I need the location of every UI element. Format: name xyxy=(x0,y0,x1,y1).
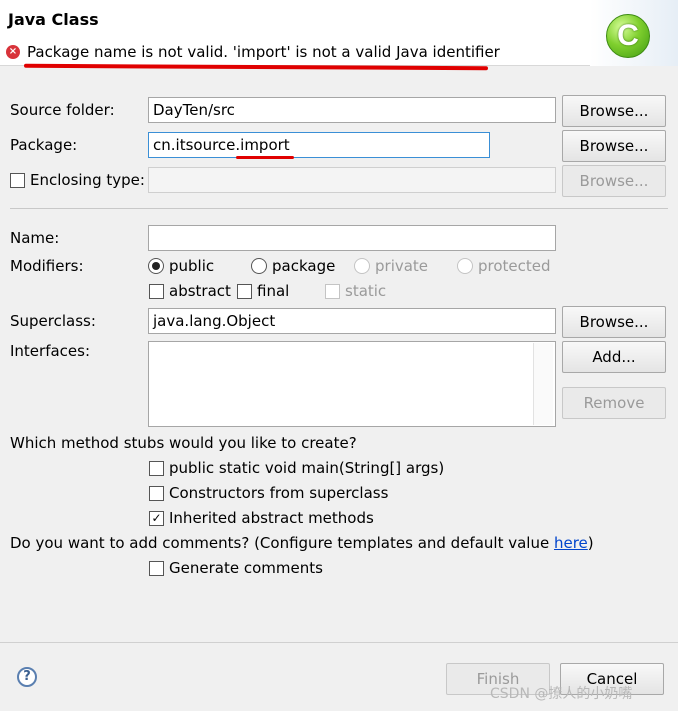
modifier-private-radio xyxy=(354,258,370,274)
modifier-protected-radio xyxy=(457,258,473,274)
static-label: static xyxy=(345,282,387,300)
package-value-invalid: import xyxy=(240,136,290,154)
interfaces-label: Interfaces: xyxy=(10,342,91,360)
comments-question: Do you want to add comments? (Configure … xyxy=(10,534,594,552)
comments-question-close: ) xyxy=(587,534,594,552)
footer-separator xyxy=(0,642,678,643)
superclass-label: Superclass: xyxy=(10,312,96,330)
source-folder-label: Source folder: xyxy=(10,101,115,119)
superclass-field[interactable]: java.lang.Object xyxy=(148,308,556,334)
enclosing-type-label: Enclosing type: xyxy=(30,171,145,189)
modifier-private-label: private xyxy=(375,257,429,275)
static-checkbox xyxy=(325,284,340,299)
constructors-checkbox[interactable] xyxy=(149,486,164,501)
final-label: final xyxy=(257,282,290,300)
method-stubs-question: Which method stubs would you like to cre… xyxy=(10,434,357,452)
comments-question-text: Do you want to add comments? (Configure … xyxy=(10,534,554,552)
superclass-browse-button[interactable]: Browse... xyxy=(562,306,666,338)
package-label: Package: xyxy=(10,136,78,154)
source-folder-field[interactable]: DayTen/src xyxy=(148,97,556,123)
modifier-package-radio[interactable] xyxy=(251,258,267,274)
help-icon[interactable]: ? xyxy=(17,667,37,687)
name-label: Name: xyxy=(10,229,60,247)
modifier-protected-label: protected xyxy=(478,257,551,275)
constructors-label: Constructors from superclass xyxy=(169,484,389,502)
csdn-watermark: CSDN @撩人的小奶嘴 xyxy=(490,686,633,702)
red-annotation-underline-package xyxy=(236,156,294,159)
error-message: Package name is not valid. 'import' is n… xyxy=(27,43,500,61)
main-method-checkbox[interactable] xyxy=(149,461,164,476)
interfaces-add-button[interactable]: Add... xyxy=(562,341,666,373)
abstract-label: abstract xyxy=(169,282,231,300)
abstract-checkbox[interactable] xyxy=(149,284,164,299)
configure-templates-link[interactable]: here xyxy=(554,534,588,552)
dialog-title: Java Class xyxy=(8,10,99,29)
enclosing-type-checkbox[interactable] xyxy=(10,173,25,188)
package-value-prefix: cn.itsource. xyxy=(153,136,241,154)
modifier-public-label: public xyxy=(169,257,215,275)
interfaces-remove-button: Remove xyxy=(562,387,666,419)
generate-comments-checkbox[interactable] xyxy=(149,561,164,576)
error-icon: × xyxy=(6,45,20,59)
inherited-methods-checkbox[interactable]: ✓ xyxy=(149,511,164,526)
modifiers-label: Modifiers: xyxy=(10,257,84,275)
main-method-label: public static void main(String[] args) xyxy=(169,459,445,477)
generate-comments-label: Generate comments xyxy=(169,559,323,577)
inherited-methods-label: Inherited abstract methods xyxy=(169,509,374,527)
interfaces-scrollbar[interactable] xyxy=(533,343,553,425)
name-field[interactable] xyxy=(148,225,556,251)
modifier-public-radio[interactable] xyxy=(148,258,164,274)
final-checkbox[interactable] xyxy=(237,284,252,299)
enclosing-type-field xyxy=(148,167,556,193)
interfaces-list[interactable] xyxy=(148,341,556,427)
enclosing-type-browse-button: Browse... xyxy=(562,165,666,197)
package-browse-button[interactable]: Browse... xyxy=(562,130,666,162)
package-field[interactable]: cn.itsource.import xyxy=(148,132,490,158)
source-folder-browse-button[interactable]: Browse... xyxy=(562,95,666,127)
java-class-logo-icon: C xyxy=(606,14,650,58)
modifier-package-label: package xyxy=(272,257,336,275)
separator xyxy=(10,208,668,209)
